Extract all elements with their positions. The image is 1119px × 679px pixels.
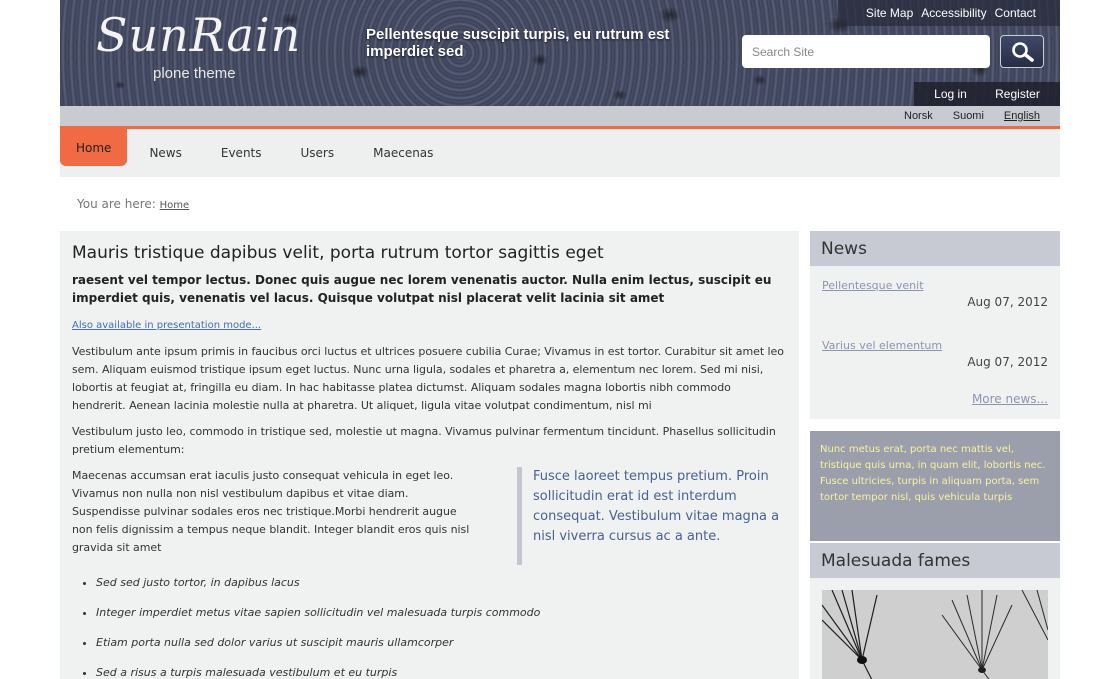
site-actions: Site Map Accessibility Contact [838,0,1060,26]
logo-title: SunRain [96,8,302,62]
logo-subtitle: plone theme [153,65,236,82]
two-column-block: Maecenas accumsan erat iaculis justo con… [72,467,787,565]
main-content: Mauris tristique dapibus velit, porta ru… [60,231,799,679]
image-portlet: Malesuada fames [810,543,1060,679]
auth-bar: Log in Register [914,82,1060,106]
contact-link[interactable]: Contact [995,6,1036,20]
site-map-link[interactable]: Site Map [866,6,913,20]
news-item-date: Aug 07, 2012 [967,355,1048,369]
image-portlet-title: Malesuada fames [810,543,1060,578]
list-item: Integer imperdiet metus vitae sapien sol… [96,605,787,621]
site-logo[interactable]: SunRain plone theme [96,8,336,88]
static-text-portlet: Nunc metus erat, porta nec mattis vel, t… [810,431,1060,541]
language-suomi[interactable]: Suomi [953,110,984,122]
breadcrumb-prefix: You are here: [77,197,156,211]
accessibility-link[interactable]: Accessibility [921,6,986,20]
tab-home[interactable]: Home [60,129,128,166]
page-description: raesent vel tempor lectus. Donec quis au… [72,273,772,305]
login-link[interactable]: Log in [934,87,967,101]
presentation-mode-link[interactable]: Also available in presentation mode... [72,320,787,331]
body-paragraph-1: Vestibulum ante ipsum primis in faucibus… [72,345,784,412]
news-portlet-title: News [810,231,1060,266]
body-paragraph-2: Vestibulum justo leo, commodo in tristiq… [72,425,776,456]
news-item-link[interactable]: Pellentesque venit [822,279,1048,292]
news-item: Varius vel elementum Aug 07, 2012 [810,326,1060,386]
breadcrumb-home-link[interactable]: Home [160,200,190,211]
language-selector: Norsk Suomi English [60,106,1060,129]
tab-users[interactable]: Users [284,129,352,177]
list-item: Sed a risus a turpis malesuada vestibulu… [96,665,787,679]
site-header: SunRain plone theme Pellentesque suscipi… [60,0,1060,106]
list-item: Etiam porta nulla sed dolor varius ut su… [96,635,787,651]
right-sidebar: News Pellentesque venit Aug 07, 2012 Var… [810,231,1060,679]
tab-events[interactable]: Events [204,129,279,177]
search-button[interactable] [1000,35,1044,68]
news-item-date: Aug 07, 2012 [967,295,1048,309]
body-paragraph-3: Maecenas accumsan erat iaculis justo con… [72,469,470,554]
list-item: Sed sed justo tortor, in dapibus lacus [96,575,787,591]
page-title: Mauris tristique dapibus velit, porta ru… [72,243,604,263]
language-norsk[interactable]: Norsk [904,110,933,122]
news-item: Pellentesque venit Aug 07, 2012 [810,266,1060,326]
news-item-link[interactable]: Varius vel elementum [822,339,1048,352]
site-tagline: Pellentesque suscipit turpis, eu rutrum … [366,26,670,60]
register-link[interactable]: Register [995,87,1040,101]
tab-maecenas[interactable]: Maecenas [356,129,450,177]
bullet-list: Sed sed justo tortor, in dapibus lacus I… [72,575,787,679]
search-input[interactable] [742,35,990,68]
news-portlet: News Pellentesque venit Aug 07, 2012 Var… [810,231,1060,419]
dandelion-seed-illustration [822,590,1048,679]
more-news-link[interactable]: More news... [810,386,1060,419]
pullquote: Fusce laoreet tempus pretium. Proin soll… [517,467,787,565]
main-navigation: Home News Events Users Maecenas [60,129,1060,177]
magnifier-icon [1012,42,1034,62]
dandelion-image [822,590,1048,679]
tab-news[interactable]: News [132,129,198,177]
language-english[interactable]: English [1004,110,1040,122]
breadcrumb: You are here: Home [77,197,189,211]
